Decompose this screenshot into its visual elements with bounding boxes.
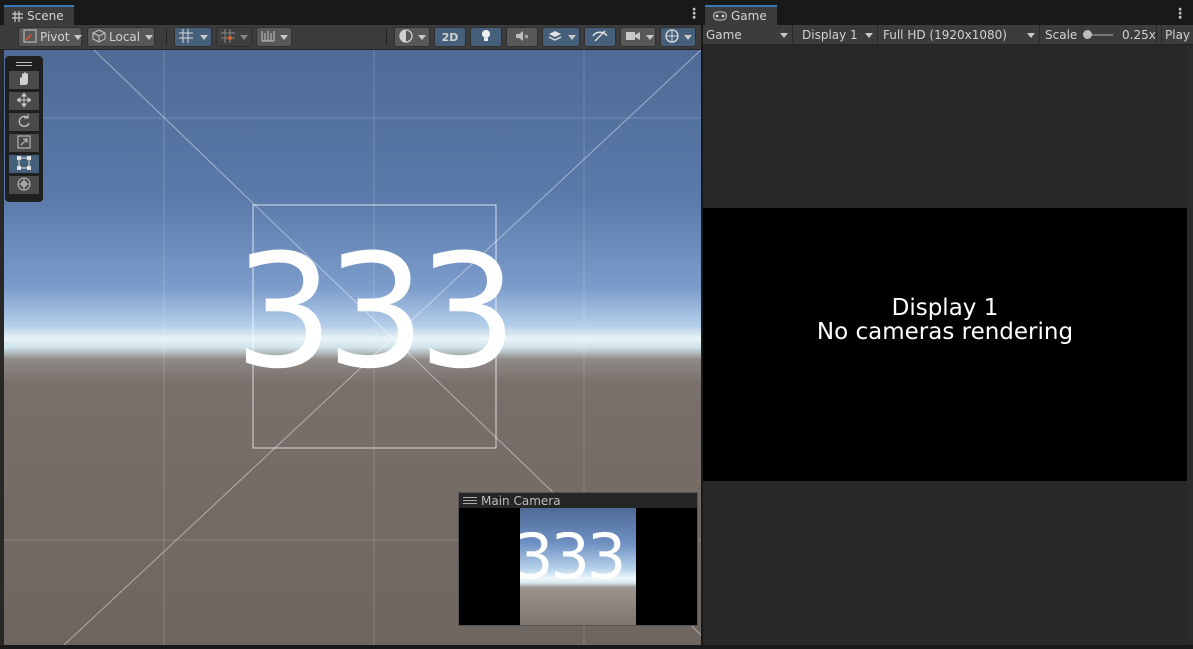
display-name-text: Display 1 — [891, 295, 999, 321]
scene-text-333: 333 — [234, 221, 518, 404]
camera-preview-image: 333 — [459, 508, 697, 625]
game-view-dropdown[interactable]: Game — [703, 25, 793, 45]
game-panel: Game ⋮ Game Display 1 Full HD (1920x1080… — [703, 4, 1193, 645]
cube-icon — [92, 28, 106, 46]
chevron-down-icon — [240, 34, 248, 40]
camera-preview-title: Main Camera — [481, 493, 561, 508]
scene-grid-icon — [12, 10, 23, 22]
gizmos-dropdown[interactable] — [660, 27, 696, 47]
scene-panel: Scene ⋮ Pivot Local 2D 333 Main Camera 3… — [0, 4, 701, 645]
chevron-down-icon — [684, 34, 692, 40]
increment-snap-icon — [221, 28, 235, 46]
scene-visibility-toggle[interactable] — [584, 27, 616, 47]
scale-icon — [17, 135, 31, 152]
chevron-down-icon — [74, 34, 83, 40]
scene-options-icon[interactable]: ⋮ — [687, 6, 701, 22]
camera-preview-header: Main Camera — [459, 493, 697, 508]
scene-toolbar: Pivot Local 2D — [0, 25, 701, 50]
game-view-label: Game — [706, 28, 742, 42]
no-cameras-text: No cameras rendering — [816, 319, 1074, 345]
hand-icon — [17, 71, 31, 89]
tab-scene-label: Scene — [27, 9, 64, 23]
chevron-down-icon — [568, 34, 576, 40]
resolution-label: Full HD (1920x1080) — [883, 28, 1007, 42]
chevron-down-icon — [200, 34, 208, 40]
camera-settings-dropdown[interactable] — [620, 27, 656, 47]
main-camera-preview[interactable]: Main Camera 333 — [458, 492, 698, 626]
increment-snap-toggle[interactable] — [216, 27, 252, 47]
resolution-dropdown[interactable]: Full HD (1920x1080) — [880, 25, 1040, 45]
layers-icon — [547, 29, 563, 46]
camera-render: 333 — [520, 508, 636, 625]
chevron-down-icon — [646, 34, 654, 40]
grid-snap-icon — [179, 28, 195, 46]
tab-game-label: Game — [731, 9, 767, 23]
game-options-icon[interactable]: ⋮ — [1173, 6, 1187, 22]
tool-palette — [5, 56, 43, 202]
no-camera-message: Display 1 No cameras rendering — [703, 296, 1187, 344]
hand-tool-button[interactable] — [8, 70, 40, 90]
move-tool-button[interactable] — [8, 91, 40, 111]
pivot-label: Pivot — [40, 30, 70, 44]
game-scrollbar[interactable] — [1187, 45, 1193, 645]
rect-transform-icon — [17, 155, 31, 173]
scale-value: 0.25x — [1119, 25, 1159, 45]
transform-icon — [17, 177, 31, 194]
effects-dropdown[interactable] — [542, 27, 580, 47]
chevron-down-icon — [418, 34, 426, 40]
tab-scene[interactable]: Scene — [4, 5, 74, 25]
pivot-icon — [23, 29, 37, 46]
audio-toggle[interactable] — [506, 27, 538, 47]
play-mode-dropdown[interactable]: Play — [1161, 25, 1193, 45]
lightbulb-icon — [480, 29, 492, 46]
chevron-down-icon — [780, 33, 788, 38]
toolbar-divider — [166, 29, 167, 45]
rotate-icon — [17, 113, 31, 131]
ruler-icon — [261, 29, 275, 46]
shaded-sphere-icon — [399, 28, 413, 46]
toolbar-divider — [386, 29, 387, 45]
tab-game[interactable]: Game — [705, 5, 777, 25]
local-label: Local — [109, 30, 141, 44]
speaker-muted-icon — [515, 29, 529, 46]
drag-handle-icon[interactable] — [463, 497, 477, 504]
rect-tool-button[interactable] — [8, 154, 40, 174]
lighting-toggle[interactable] — [470, 27, 502, 47]
chevron-down-icon — [280, 34, 288, 40]
play-label: Play — [1165, 28, 1191, 42]
scene-viewport[interactable]: 333 Main Camera 333 — [4, 50, 701, 645]
mode-2d-toggle[interactable]: 2D — [434, 27, 466, 47]
gamepad-icon — [713, 11, 727, 21]
eye-hidden-icon — [592, 30, 608, 45]
transform-tool-button[interactable] — [8, 175, 40, 195]
display-label: Display 1 — [802, 28, 858, 42]
chevron-down-icon — [865, 33, 873, 38]
scale-value-label: 0.25x — [1122, 28, 1156, 42]
game-tabbar: Game ⋮ — [703, 4, 1193, 25]
scene-tabbar: Scene ⋮ — [0, 4, 701, 25]
display-dropdown[interactable]: Display 1 — [795, 25, 878, 45]
camera-text-333: 333 — [520, 520, 626, 593]
video-camera-icon — [625, 30, 641, 45]
scale-slider-handle[interactable] — [1083, 30, 1092, 39]
gizmo-globe-icon — [665, 28, 679, 46]
rotate-tool-button[interactable] — [8, 112, 40, 132]
scale-tool-button[interactable] — [8, 133, 40, 153]
chevron-down-icon — [145, 34, 154, 40]
tool-palette-grip-icon[interactable] — [8, 59, 40, 69]
game-display[interactable]: Display 1 No cameras rendering — [703, 208, 1187, 481]
draw-mode-dropdown[interactable] — [394, 27, 430, 47]
chevron-down-icon — [1027, 33, 1035, 38]
ruler-snap-dropdown[interactable] — [256, 27, 292, 47]
mode-2d-label: 2D — [441, 30, 459, 44]
pivot-dropdown[interactable]: Pivot — [18, 27, 83, 47]
game-toolbar: Game Display 1 Full HD (1920x1080) Scale… — [703, 25, 1193, 45]
move-arrows-icon — [16, 91, 32, 110]
scale-label: Scale — [1045, 28, 1078, 42]
grid-snap-toggle[interactable] — [174, 27, 212, 47]
local-dropdown[interactable]: Local — [87, 27, 155, 47]
